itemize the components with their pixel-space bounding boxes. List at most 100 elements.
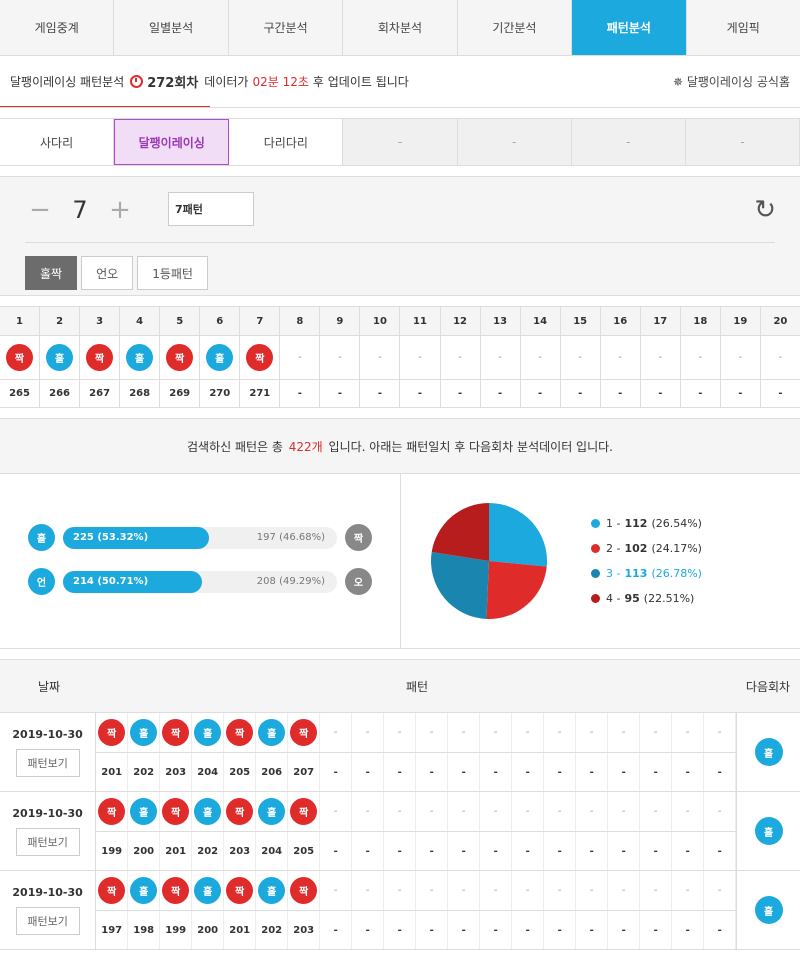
right-text: 208 (49.29%) bbox=[256, 576, 325, 587]
empty-mark: - bbox=[365, 885, 370, 896]
empty-mark: - bbox=[717, 806, 722, 817]
empty-mark: - bbox=[653, 885, 658, 896]
grid-ball-cell: - bbox=[400, 336, 441, 379]
ball-cell: 짝 bbox=[160, 713, 193, 752]
ball-cell: - bbox=[704, 713, 737, 752]
top-tab-4[interactable]: 회차분석 bbox=[343, 0, 458, 55]
legend-dot bbox=[591, 544, 600, 553]
empty-mark: - bbox=[493, 806, 498, 817]
legend-value: 102 bbox=[624, 542, 648, 555]
legend-pct: (24.17%) bbox=[651, 542, 702, 555]
pie-slice-1 bbox=[489, 503, 547, 567]
grid-round-cell: - bbox=[320, 380, 361, 407]
grid-header-cell: 1 bbox=[0, 307, 41, 335]
game-tab-3[interactable]: 다리다리 bbox=[229, 119, 344, 165]
legend-value: 113 bbox=[624, 567, 648, 580]
grid-ball-cell: 짝 bbox=[0, 336, 41, 379]
grid-round-cell: - bbox=[400, 380, 441, 407]
round-cell: 200 bbox=[128, 832, 161, 870]
top-tab-5[interactable]: 기간분석 bbox=[458, 0, 573, 55]
ball-cell: 홀 bbox=[192, 871, 225, 910]
top-tab-6[interactable]: 패턴분석 bbox=[572, 0, 687, 55]
game-tab-2[interactable]: 달팽이레이싱 bbox=[114, 119, 230, 165]
top-tab-3[interactable]: 구간분석 bbox=[229, 0, 344, 55]
empty-mark: - bbox=[685, 885, 690, 896]
pattern-ball: 홀 bbox=[130, 877, 158, 904]
filter-button-2[interactable]: 언오 bbox=[81, 256, 134, 290]
round-cell: - bbox=[320, 753, 353, 791]
pattern-ball: 홀 bbox=[206, 344, 234, 371]
ball-cell: 홀 bbox=[256, 792, 289, 831]
round-cell: 203 bbox=[224, 832, 257, 870]
official-home-link[interactable]: ✵ 달팽이레이싱 공식홈 bbox=[673, 73, 790, 90]
grid-round-cell: - bbox=[681, 380, 721, 407]
row-pattern: 짝 홀 짝 홀 짝 홀 짝 - - - - - - - - - - - - -197 198 199 200 201 202 20… bbox=[96, 871, 738, 949]
round-cell: 202 bbox=[128, 753, 161, 791]
pattern-ball: 홀 bbox=[130, 798, 158, 825]
view-pattern-button[interactable]: 패턴보기 bbox=[15, 748, 80, 777]
grid-ball-cell: 짝 bbox=[80, 336, 121, 379]
view-pattern-button[interactable]: 패턴보기 bbox=[15, 906, 80, 935]
grid-round-cell: 267 bbox=[80, 380, 121, 407]
grid-round-cell: - bbox=[521, 380, 561, 407]
round-cell: - bbox=[704, 832, 737, 870]
ratio-row: 언 214 (50.71%) 208 (49.29%) 오 bbox=[28, 568, 372, 595]
pattern-ball: 짝 bbox=[98, 877, 126, 904]
pattern-ball: 짝 bbox=[226, 877, 254, 904]
refresh-icon[interactable]: ↻ bbox=[754, 195, 776, 225]
round-cell: - bbox=[416, 832, 449, 870]
grid-ball-cell: 홀 bbox=[40, 336, 81, 379]
info-text-2: 후 업데이트 됩니다 bbox=[312, 75, 409, 89]
round-cell: - bbox=[480, 832, 513, 870]
game-tab-5: - bbox=[457, 119, 572, 165]
empty-mark: - bbox=[621, 806, 626, 817]
round-cell: - bbox=[576, 832, 609, 870]
table-header: 날짜 패턴 다음회차 bbox=[0, 660, 800, 713]
ball-cell: - bbox=[416, 713, 449, 752]
ball-cell: - bbox=[416, 792, 449, 831]
right-icon: 오 bbox=[345, 568, 372, 595]
ball-cell: - bbox=[320, 792, 353, 831]
ball-cell: - bbox=[352, 792, 385, 831]
table-row: 2019-10-30 패턴보기 짝 홀 짝 홀 짝 홀 짝 - - - - - - - - - - - - -201 202… bbox=[0, 713, 800, 792]
row-balls: 짝홀짝홀짝홀짝------------- bbox=[96, 871, 737, 911]
empty-mark: - bbox=[397, 806, 402, 817]
info-text: 데이터가 bbox=[204, 75, 249, 89]
round-cell: - bbox=[544, 753, 577, 791]
ratio-bars: 홀 225 (53.32%) 197 (46.68%) 짝 언 214 (50.71%) 2… bbox=[0, 474, 401, 648]
plus-button[interactable]: + bbox=[105, 195, 135, 225]
ball-cell: - bbox=[448, 871, 481, 910]
pattern-ball: 짝 bbox=[98, 798, 126, 825]
ball-cell: - bbox=[352, 713, 385, 752]
grid-round-cell: 265 bbox=[0, 380, 41, 407]
view-pattern-button[interactable]: 패턴보기 bbox=[15, 827, 80, 856]
round-cell: 199 bbox=[96, 832, 129, 870]
filter-button-3[interactable]: 1등패턴 bbox=[137, 256, 208, 290]
round-cell: - bbox=[416, 753, 449, 791]
row-rounds: 201 202 203 204 205 206 207- - - - - - - - - - - - - bbox=[96, 753, 737, 791]
grid-header-cell: 12 bbox=[440, 307, 481, 335]
grid-header-cell: 10 bbox=[360, 307, 401, 335]
ball-cell: - bbox=[672, 792, 705, 831]
pattern-select[interactable]: 7패턴 bbox=[168, 192, 254, 226]
clock-icon bbox=[130, 75, 144, 88]
top-tab-7[interactable]: 게임픽 bbox=[687, 0, 800, 55]
ball-cell: 홀 bbox=[128, 792, 161, 831]
empty-mark: - bbox=[461, 806, 466, 817]
grid-header-cell: 4 bbox=[120, 307, 161, 335]
ball-cell: 짝 bbox=[288, 792, 321, 831]
top-tab-2[interactable]: 일별분석 bbox=[114, 0, 229, 55]
pattern-ball: 짝 bbox=[290, 798, 318, 825]
filter-button-1[interactable]: 홀짝 bbox=[25, 256, 78, 290]
legend-dot bbox=[591, 594, 600, 603]
grid-header-cell: 2 bbox=[40, 307, 81, 335]
grid-ball-cell: - bbox=[320, 336, 361, 379]
ratio-track: 214 (50.71%) 208 (49.29%) bbox=[63, 570, 337, 593]
game-tab-4: - bbox=[343, 119, 458, 165]
minus-button[interactable]: − bbox=[25, 195, 55, 225]
top-tab-1[interactable]: 게임중계 bbox=[0, 0, 115, 55]
grid-ball-cell: 짝 bbox=[240, 336, 281, 379]
game-tab-1[interactable]: 사다리 bbox=[0, 119, 115, 165]
game-tab-6: - bbox=[571, 119, 686, 165]
summary-post: 입니다. 아래는 패턴일치 후 다음회차 분석데이터 입니다. bbox=[328, 439, 613, 454]
